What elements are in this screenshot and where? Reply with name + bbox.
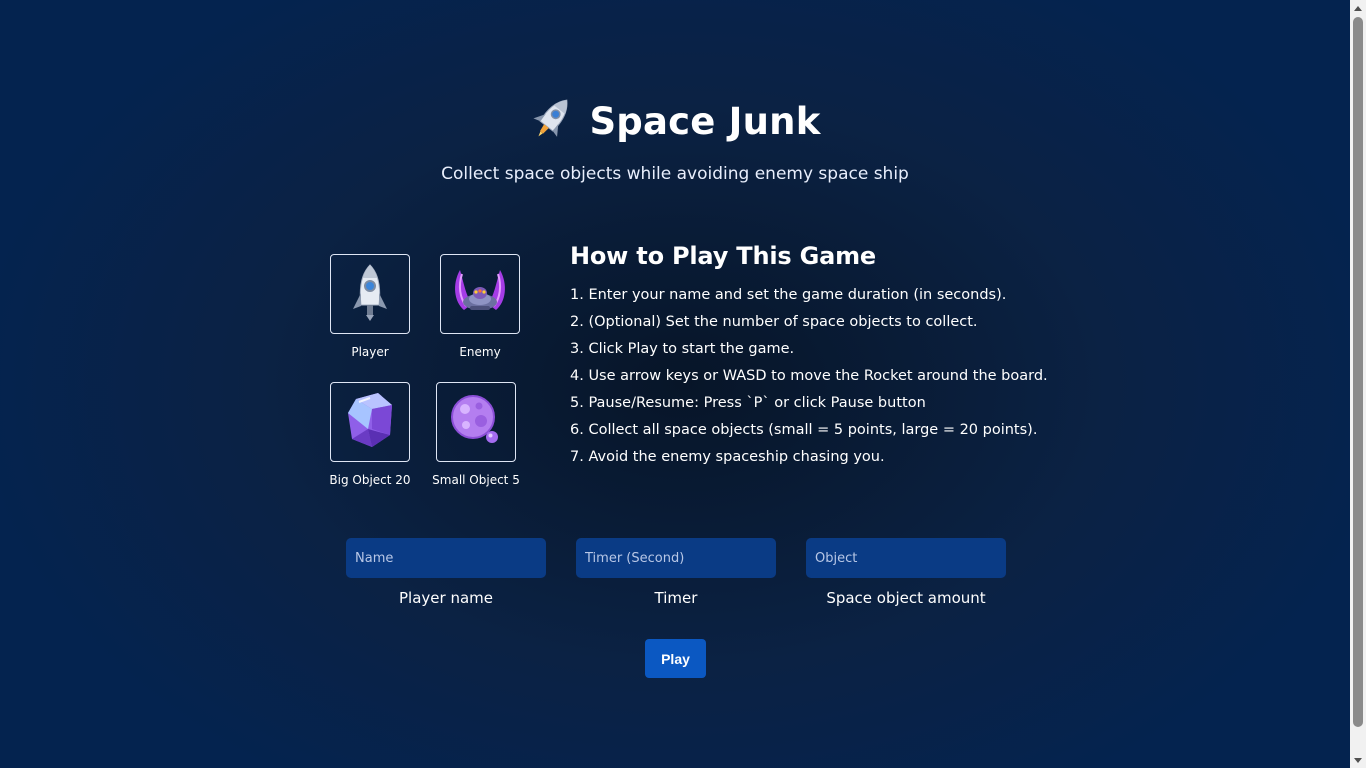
instruction-step: 3. Click Play to start the game.: [570, 341, 795, 357]
player-name-label: Player name: [399, 589, 493, 607]
instruction-step: 2. (Optional) Set the number of space ob…: [570, 314, 978, 330]
big-crystal-icon: [342, 389, 398, 455]
instruction-step: 5. Pause/Resume: Press `P` or click Paus…: [570, 395, 926, 411]
scroll-down-arrow-icon[interactable]: [1350, 752, 1366, 768]
timer-label: Timer: [654, 589, 698, 607]
instruction-step: 7. Avoid the enemy spaceship chasing you…: [570, 449, 885, 465]
object-amount-field-group: Space object amount: [806, 538, 1006, 607]
page: Space Junk Collect space objects while a…: [0, 0, 1350, 768]
rocket-icon: [346, 261, 394, 327]
how-to-play: How to Play This Game 1. Enter your name…: [570, 242, 1070, 471]
player-name-field-group: Player name: [346, 538, 546, 607]
vertical-scrollbar[interactable]: [1350, 0, 1366, 768]
timer-field-group: Timer: [576, 538, 776, 607]
how-to-play-title: How to Play This Game: [570, 242, 876, 270]
instruction-step: 4. Use arrow keys or WASD to move the Ro…: [570, 368, 1048, 384]
header: Space Junk Collect space objects while a…: [0, 92, 1350, 185]
player-tile: [330, 254, 410, 334]
player-name-input[interactable]: [346, 538, 546, 578]
small-object-label: Small Object 5: [432, 473, 520, 487]
page-subtitle: Collect space objects while avoiding ene…: [441, 164, 909, 184]
timer-input[interactable]: [576, 538, 776, 578]
object-amount-input[interactable]: [806, 538, 1006, 578]
instruction-step: 6. Collect all space objects (small = 5 …: [570, 422, 1038, 438]
scroll-up-arrow-icon[interactable]: [1350, 0, 1366, 16]
instructions-list: 1. Enter your name and set the game dura…: [570, 282, 1070, 471]
object-amount-label: Space object amount: [826, 589, 986, 607]
rocket-icon: [529, 92, 575, 150]
enemy-label: Enemy: [459, 345, 501, 359]
small-object-tile: [436, 382, 516, 462]
player-label: Player: [351, 345, 389, 359]
enemy-tile: [440, 254, 520, 334]
small-asteroid-icon: [446, 390, 506, 454]
page-title: Space Junk: [589, 99, 821, 143]
scrollbar-thumb[interactable]: [1353, 17, 1363, 727]
instruction-step: 1. Enter your name and set the game dura…: [570, 287, 1007, 303]
title-row: Space Junk: [0, 92, 1350, 150]
big-object-label: Big Object 20: [329, 473, 411, 487]
big-object-tile: [330, 382, 410, 462]
legend-tiles: Player Enemy Big Object 20 Small Object …: [329, 254, 530, 494]
enemy-spaceship-icon: [450, 264, 510, 324]
play-button[interactable]: Play: [645, 639, 706, 678]
